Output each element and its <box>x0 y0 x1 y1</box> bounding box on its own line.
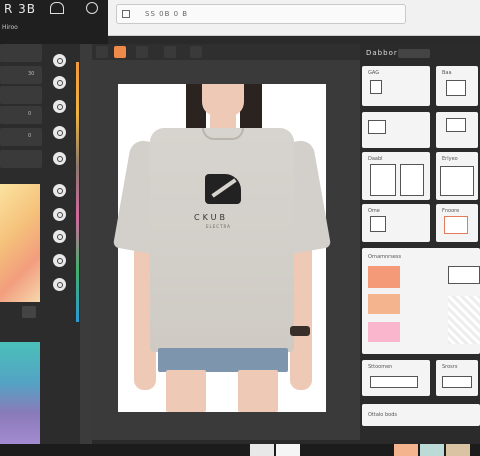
option-card[interactable]: Ottalo bods <box>362 404 480 426</box>
card-label: GAG <box>368 70 380 76</box>
card-label: Daabl <box>368 156 383 162</box>
card-label: Erlyeo <box>442 156 458 162</box>
tool-button[interactable] <box>53 54 66 67</box>
card-label: Srosrs <box>442 364 458 370</box>
panel-divider[interactable] <box>80 44 92 456</box>
tool-button[interactable] <box>53 152 66 165</box>
panel-search-input[interactable] <box>398 49 430 58</box>
template-preview <box>400 164 424 196</box>
home-icon[interactable] <box>50 2 64 14</box>
template-card[interactable]: Baa <box>436 66 478 106</box>
menu-icon[interactable] <box>122 10 130 18</box>
right-leg <box>238 370 278 412</box>
tool-button[interactable] <box>53 184 66 197</box>
tool-button[interactable] <box>53 230 66 243</box>
brush-icon[interactable] <box>114 46 126 58</box>
sidebar-row-value: 30 <box>28 71 35 77</box>
template-card[interactable]: Erlyeo <box>436 152 478 200</box>
card-label: Baa <box>442 70 452 76</box>
option-preview <box>370 376 418 388</box>
tool-button[interactable] <box>53 100 66 113</box>
tshirt-collar <box>202 128 244 140</box>
shirt-sketch <box>448 296 480 344</box>
tool-button[interactable] <box>53 76 66 89</box>
tool-button[interactable] <box>53 278 66 291</box>
left-leg <box>166 370 206 412</box>
shape-icon[interactable] <box>190 46 202 58</box>
card-label: Sttoomen <box>368 364 393 370</box>
shirt-tagline: ELECTRA <box>206 224 231 229</box>
tool-button[interactable] <box>53 254 66 267</box>
thumbnail-expand-button[interactable] <box>22 306 36 318</box>
card-label: Ottalo bods <box>368 412 397 418</box>
template-card[interactable]: Fnoore <box>436 204 478 242</box>
sidebar-row[interactable]: 0 <box>0 128 42 146</box>
color-swatch[interactable] <box>368 322 400 342</box>
option-card[interactable]: Srosrs <box>436 360 478 396</box>
template-preview <box>368 120 386 134</box>
shirt-brand-text: CKUB <box>194 213 228 222</box>
sidebar-row[interactable] <box>0 44 42 62</box>
sidebar-row-value: 0 <box>28 133 32 139</box>
gradient-thumbnail[interactable] <box>0 342 40 444</box>
card-label: Ome <box>368 208 380 214</box>
artwork-thumbnail[interactable] <box>0 184 40 302</box>
move-icon[interactable] <box>96 46 108 58</box>
template-card[interactable] <box>362 112 430 148</box>
color-swatch[interactable] <box>368 266 400 288</box>
template-card[interactable] <box>436 112 478 148</box>
template-preview <box>370 164 396 196</box>
document-tab-label: SS 0B 0 B <box>145 10 189 18</box>
palette-swatch[interactable] <box>420 444 444 456</box>
template-preview <box>440 166 474 196</box>
wristwatch <box>290 326 310 336</box>
sidebar-row[interactable] <box>0 86 42 104</box>
card-label: Fnoore <box>442 208 460 214</box>
palette-swatch[interactable] <box>250 444 274 456</box>
settings-icon[interactable] <box>86 2 98 14</box>
sidebar-row[interactable] <box>0 150 42 168</box>
sidebar-row-value: 0 <box>28 111 32 117</box>
palette-swatch[interactable] <box>446 444 470 456</box>
template-preview <box>370 216 386 232</box>
palette-swatch[interactable] <box>394 444 418 456</box>
template-preview <box>446 118 466 132</box>
sidebar-row[interactable]: 0 <box>0 106 42 124</box>
sidebar-title: Hiroo <box>2 24 18 31</box>
app-title: R 3B <box>4 2 37 16</box>
color-swatch[interactable] <box>368 294 400 314</box>
option-card[interactable]: Sttoomen <box>362 360 430 396</box>
template-preview <box>370 80 382 94</box>
color-preview <box>448 266 480 284</box>
template-preview <box>444 216 468 234</box>
select-icon[interactable] <box>136 46 148 58</box>
canvas-toolbar <box>92 44 360 60</box>
tool-button[interactable] <box>53 208 66 221</box>
palette-swatch[interactable] <box>276 444 300 456</box>
denim-shorts <box>158 348 288 372</box>
template-card[interactable]: Ome <box>362 204 430 242</box>
template-preview <box>446 80 466 96</box>
option-preview <box>442 376 472 388</box>
colors-title: Ornamnrsess <box>368 254 402 260</box>
sidebar-row[interactable]: 30 <box>0 66 42 84</box>
tool-button[interactable] <box>53 126 66 139</box>
template-card[interactable]: GAG <box>362 66 430 106</box>
text-icon[interactable] <box>164 46 176 58</box>
template-card[interactable]: Daabl <box>362 152 430 200</box>
layer-color-bar <box>76 62 79 322</box>
tshirt[interactable] <box>150 128 294 352</box>
